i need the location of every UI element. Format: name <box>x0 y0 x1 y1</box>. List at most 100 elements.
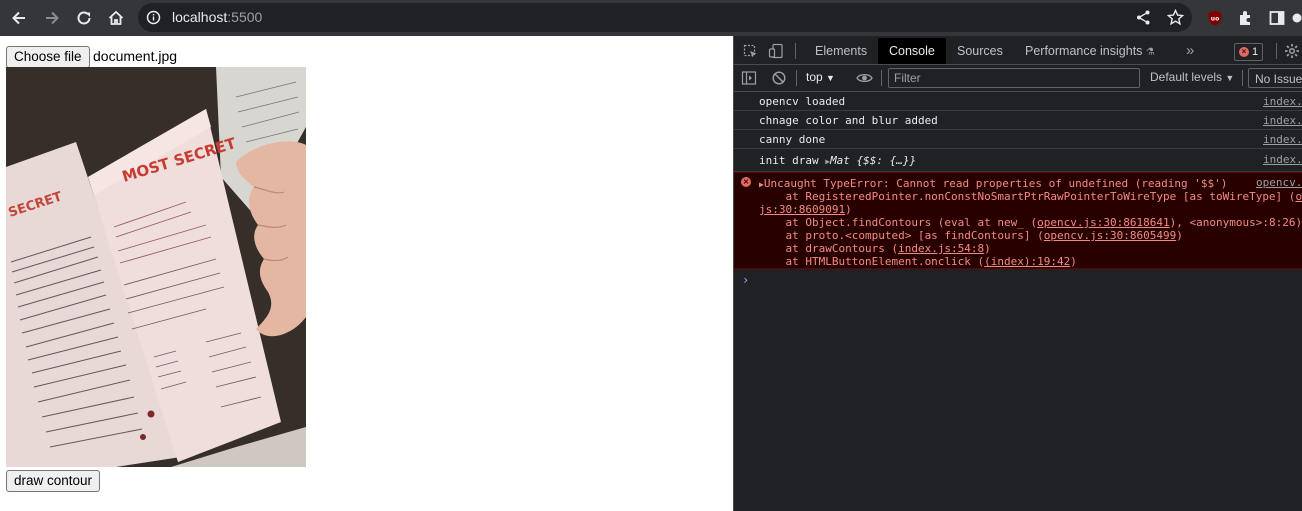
selected-file-name: document.jpg <box>93 48 178 64</box>
mat-object[interactable]: Mat {$$: {…}} <box>830 154 916 167</box>
ublock-extension-button[interactable]: uo <box>1202 5 1228 31</box>
svg-text:uo: uo <box>1211 16 1219 23</box>
log-message: init draw ▶Mat {$$: {…}} <box>759 154 916 167</box>
stack-link[interactable]: (index):19:42 <box>984 255 1070 268</box>
stack-text: ) <box>984 242 991 255</box>
ublock-shield-icon: uo <box>1208 10 1222 26</box>
reload-button[interactable] <box>71 5 97 31</box>
inspect-element-icon[interactable] <box>743 44 758 59</box>
devtools-panel: Elements Console Sources Performance ins… <box>733 36 1302 511</box>
stack-line: at Object.findContours (eval at new_ (op… <box>759 216 1302 229</box>
stack-text: ) <box>1070 255 1077 268</box>
stack-link[interactable]: opencv.js:30:8618641 <box>1037 216 1169 229</box>
tab-performance-insights[interactable]: Performance insights ⚗ <box>1014 38 1166 64</box>
stack-text: ), <anonymous>:8:26) <box>1169 216 1302 229</box>
levels-dropdown-icon: ▼ <box>1225 73 1235 83</box>
puzzle-icon <box>1240 11 1250 25</box>
stack-line: at RegisteredPointer.nonConstNoSmartPtrR… <box>759 190 1302 203</box>
tab-performance-insights-label: Performance insights <box>1025 44 1143 58</box>
url-host: localhost <box>172 9 228 25</box>
error-count-badge[interactable]: × 1 <box>1234 43 1264 61</box>
context-value: top <box>806 70 823 84</box>
console-prompt[interactable]: › <box>742 273 749 287</box>
error-x-icon: × <box>1239 47 1249 57</box>
log-source-link[interactable]: index.js <box>1263 95 1302 108</box>
tab-divider <box>795 43 796 59</box>
log-message: chnage color and blur added <box>759 114 938 127</box>
log-levels-label: Default levels <box>1150 70 1223 84</box>
share-icon[interactable] <box>1135 9 1152 26</box>
log-message-prefix: init draw <box>759 154 826 167</box>
log-source-link[interactable]: index.js <box>1263 114 1302 127</box>
side-panel-button[interactable] <box>1264 5 1290 31</box>
log-source-link[interactable]: index.js <box>1263 133 1302 146</box>
stack-link[interactable]: index.js:54:8 <box>898 242 984 255</box>
stack-text: at HTMLButtonElement.onclick ( <box>759 255 985 268</box>
console-log-row: canny done index.js <box>734 130 1302 149</box>
choose-file-button[interactable]: Choose file <box>6 46 90 68</box>
error-message-text: Uncaught TypeError: Cannot read properti… <box>763 177 1228 190</box>
toolbar-divider <box>881 70 882 86</box>
console-filter-input[interactable]: Filter <box>888 68 1140 88</box>
context-dropdown-icon: ▼ <box>826 73 835 83</box>
stack-link[interactable]: o <box>1295 190 1302 203</box>
settings-gear-icon[interactable] <box>1284 43 1300 59</box>
sidebar-toggle-icon[interactable] <box>741 70 757 86</box>
log-message: opencv loaded <box>759 95 846 108</box>
extensions-button[interactable] <box>1233 5 1259 31</box>
profile-button[interactable] <box>1292 5 1302 31</box>
console-log-row: chnage color and blur added index.js <box>734 111 1302 130</box>
back-button[interactable] <box>6 5 32 31</box>
device-toolbar-icon[interactable] <box>768 43 784 59</box>
error-source-link[interactable]: opencv.js <box>1256 176 1302 189</box>
live-expression-eye-icon[interactable] <box>856 71 873 85</box>
bookmark-star-icon[interactable] <box>1167 9 1184 26</box>
stack-text: at drawContours ( <box>759 242 899 255</box>
error-count: 1 <box>1252 46 1259 58</box>
side-panel-icon <box>1269 11 1285 25</box>
stack-text: ) <box>845 203 852 216</box>
home-icon <box>108 10 124 25</box>
address-bar[interactable]: localhost:5500 <box>138 3 1192 32</box>
forward-button[interactable] <box>39 5 65 31</box>
avatar-icon <box>1292 13 1302 23</box>
log-message: canny done <box>759 133 826 146</box>
home-button[interactable] <box>103 5 129 31</box>
url-text: localhost:5500 <box>172 9 262 25</box>
console-output: opencv loaded index.js chnage color and … <box>734 92 1302 511</box>
stack-line: js:30:8609091) <box>759 203 852 216</box>
browser-toolbar: localhost:5500 uo <box>0 0 1302 36</box>
tab-elements[interactable]: Elements <box>804 38 878 64</box>
url-port: :5500 <box>227 9 263 25</box>
document-image: SECRET MOST SECRET <box>6 67 306 467</box>
toolbar-divider <box>1242 70 1243 86</box>
stack-text: at RegisteredPointer.nonConstNoSmartPtrR… <box>759 190 1296 203</box>
back-arrow-icon <box>12 11 25 25</box>
stack-text: at Object.findContours (eval at new_ ( <box>759 216 1038 229</box>
forward-arrow-icon <box>46 11 59 25</box>
flask-icon: ⚗ <box>1145 47 1155 58</box>
draw-contour-button[interactable]: draw contour <box>6 470 101 492</box>
console-log-row: opencv loaded index.js <box>734 92 1302 111</box>
info-icon[interactable] <box>146 10 161 25</box>
issues-button[interactable]: No Issues <box>1248 68 1302 88</box>
context-selector[interactable]: top ▼ <box>806 70 835 84</box>
stack-link[interactable]: opencv.js:30:8605499 <box>1044 229 1176 242</box>
page-content: Choose file document.jpg SECRET MOST SEC… <box>0 36 733 511</box>
reload-icon <box>77 11 91 25</box>
tab-sources[interactable]: Sources <box>946 38 1014 64</box>
log-levels-dropdown[interactable]: Default levels ▼ <box>1150 70 1234 84</box>
console-error-block: × ▶Uncaught TypeError: Cannot read prope… <box>734 172 1302 269</box>
stack-line: at drawContours (index.js:54:8) <box>759 242 991 255</box>
more-tabs-chevron-icon[interactable]: » <box>1175 38 1205 64</box>
stack-line: at HTMLButtonElement.onclick ((index):19… <box>759 255 1077 268</box>
error-message: ▶Uncaught TypeError: Cannot read propert… <box>759 177 1227 190</box>
stack-link[interactable]: js:30:8609091 <box>759 203 845 216</box>
clear-console-icon[interactable] <box>771 70 787 86</box>
devtools-tab-bar: Elements Console Sources Performance ins… <box>734 38 1302 65</box>
stack-text: at proto.<computed> [as findContours] ( <box>759 229 1044 242</box>
log-source-link[interactable]: index.js <box>1263 153 1302 166</box>
tab-console[interactable]: Console <box>878 38 946 64</box>
console-log-row: init draw ▶Mat {$$: {…}} index.js <box>734 149 1302 172</box>
error-x-icon: × <box>741 177 751 187</box>
